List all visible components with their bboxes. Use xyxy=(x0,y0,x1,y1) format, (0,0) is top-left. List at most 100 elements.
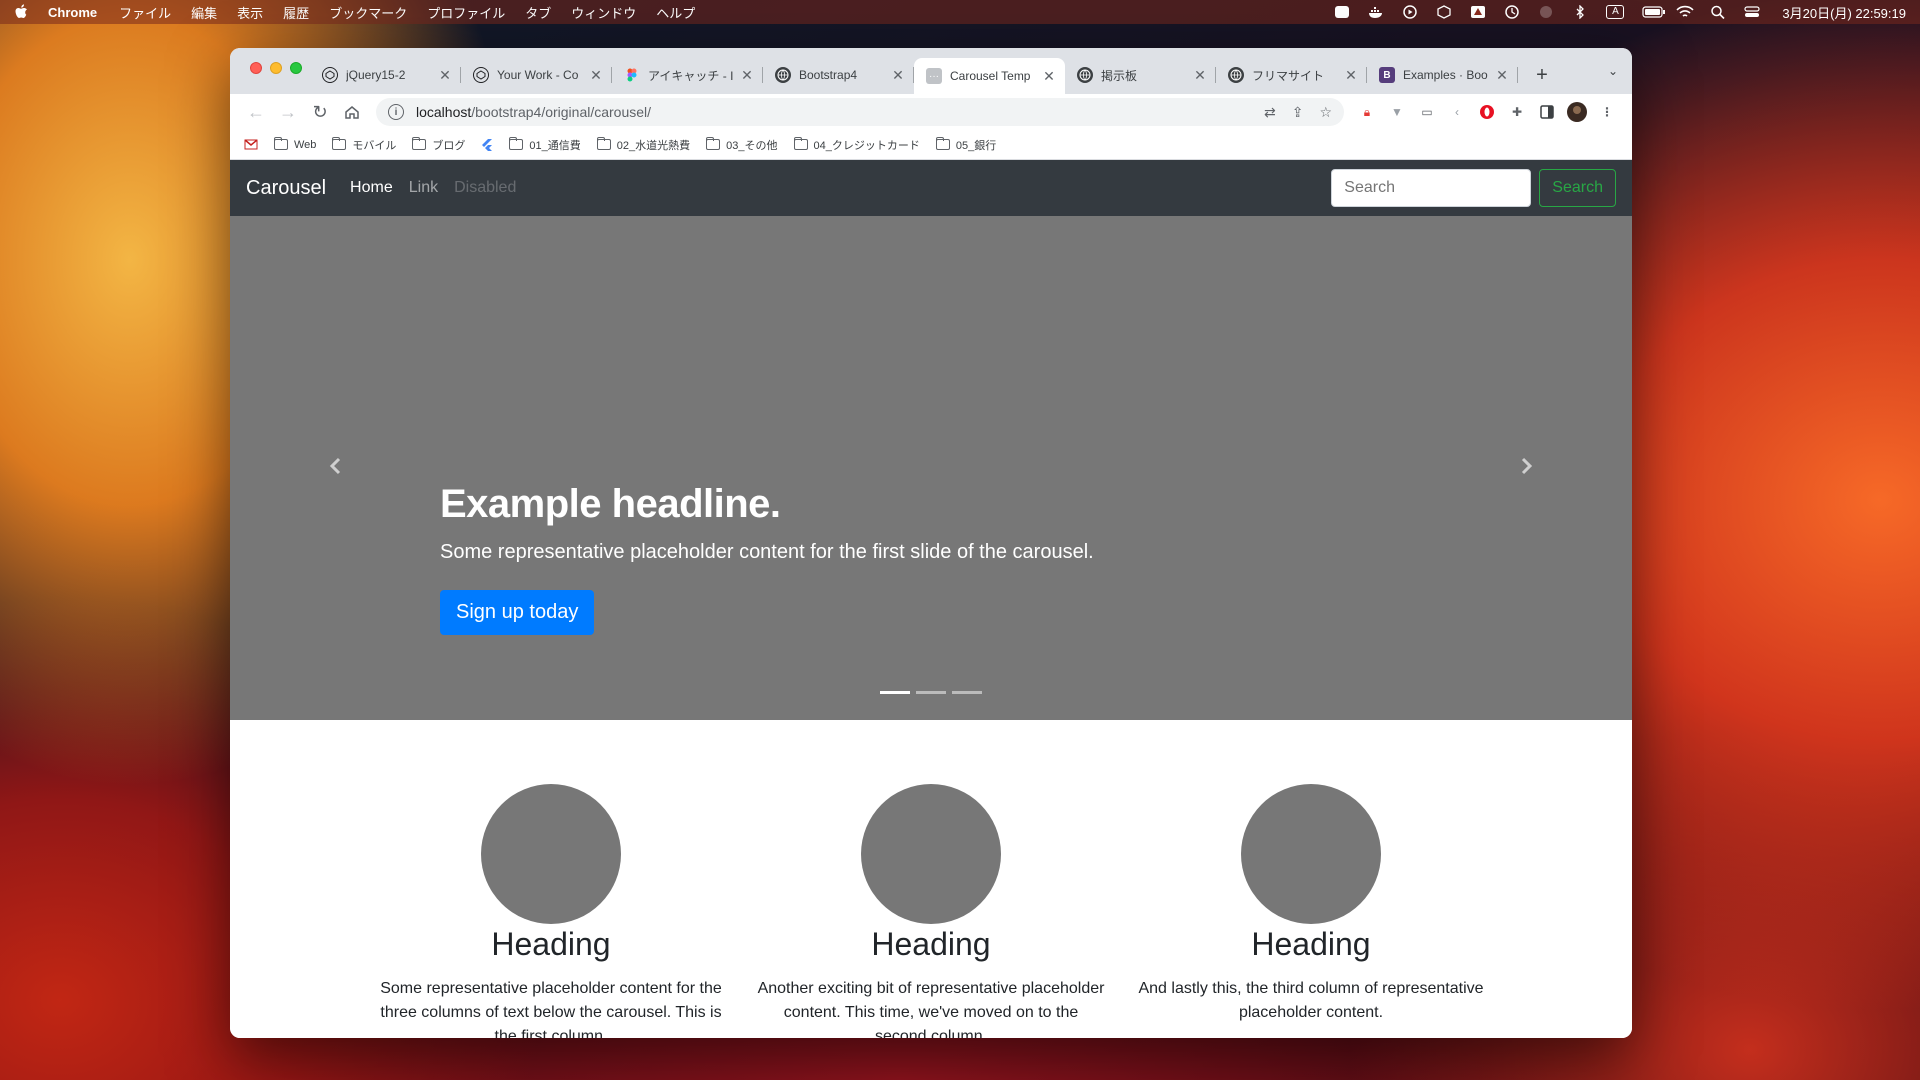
menu-help[interactable]: ヘルプ xyxy=(656,3,695,22)
carousel-next-chevron-icon[interactable] xyxy=(1512,451,1542,481)
close-tab-icon[interactable]: ✕ xyxy=(1494,67,1510,84)
folder-icon xyxy=(706,137,721,150)
tab-figma[interactable]: アイキャッチ - I ✕ xyxy=(612,58,763,92)
menu-bookmarks[interactable]: ブックマーク xyxy=(329,3,407,22)
apple-menu-icon[interactable] xyxy=(14,4,28,20)
reload-button[interactable]: ↻ xyxy=(304,98,336,126)
folder-icon xyxy=(274,137,288,150)
extension-opera-icon[interactable] xyxy=(1476,101,1498,123)
nav-link-disabled: Disabled xyxy=(454,179,517,196)
bookmark-star-icon[interactable]: ☆ xyxy=(1319,104,1332,121)
site-info-icon[interactable]: i xyxy=(388,104,404,120)
status-app-icon[interactable] xyxy=(1334,5,1350,19)
search-button[interactable]: Search xyxy=(1539,169,1616,207)
close-tab-icon[interactable]: ✕ xyxy=(437,67,453,84)
close-tab-icon[interactable]: ✕ xyxy=(588,67,604,84)
close-tab-icon[interactable]: ✕ xyxy=(1192,67,1208,84)
extension-arrow-icon[interactable]: ‹ xyxy=(1446,101,1468,123)
home-button[interactable] xyxy=(336,98,368,126)
carousel-indicator-1[interactable] xyxy=(880,691,910,694)
nav-link-home[interactable]: Home xyxy=(350,179,393,197)
column-text: Another exciting bit of representative p… xyxy=(757,980,1105,1038)
tab-bulletin-board[interactable]: 掲示板 ✕ xyxy=(1065,58,1216,92)
tab-bootstrap4[interactable]: Bootstrap4 ✕ xyxy=(763,58,914,92)
profile-avatar[interactable] xyxy=(1566,101,1588,123)
tab-jquery[interactable]: jQuery15-2 ✕ xyxy=(310,58,461,92)
wifi-icon[interactable] xyxy=(1676,5,1695,19)
codepen-favicon-icon xyxy=(322,67,338,83)
new-tab-button[interactable]: + xyxy=(1524,58,1560,92)
drive-icon[interactable] xyxy=(1470,5,1486,19)
menu-view[interactable]: 表示 xyxy=(237,3,263,22)
close-window-button[interactable] xyxy=(250,62,262,74)
battery-icon[interactable] xyxy=(1642,5,1666,19)
back-button[interactable]: ← xyxy=(240,98,272,126)
time-machine-icon[interactable] xyxy=(1504,5,1520,19)
marketing-column: Heading Some representative placeholder … xyxy=(376,784,726,1038)
menu-profiles[interactable]: プロファイル xyxy=(427,3,505,22)
bookmark-folder-web[interactable]: Web xyxy=(274,137,316,151)
nav-link-link[interactable]: Link xyxy=(409,179,438,197)
carousel-indicator-2[interactable] xyxy=(916,691,946,694)
menu-history[interactable]: 履歴 xyxy=(283,3,309,22)
close-tab-icon[interactable]: ✕ xyxy=(890,67,906,84)
bookmark-flutter[interactable] xyxy=(481,138,493,152)
extension-lock-icon[interactable]: 🔒︎ xyxy=(1356,101,1378,123)
bluetooth-icon[interactable] xyxy=(1572,4,1588,20)
spotlight-search-icon[interactable] xyxy=(1710,5,1726,20)
menu-edit[interactable]: 編集 xyxy=(191,3,217,22)
menu-app-name[interactable]: Chrome xyxy=(48,5,97,20)
share-icon[interactable]: ⇪ xyxy=(1292,104,1304,121)
bookmark-folder-blog[interactable]: ブログ xyxy=(412,137,465,153)
address-bar[interactable]: i localhost/bootstrap4/original/carousel… xyxy=(376,98,1344,126)
menu-file[interactable]: ファイル xyxy=(119,3,171,22)
chrome-menu-icon[interactable]: ⋮ xyxy=(1596,101,1618,123)
forward-button[interactable]: → xyxy=(272,98,304,126)
extension-vue-icon[interactable]: ▼ xyxy=(1386,101,1408,123)
bookmark-folder-other[interactable]: 03_その他 xyxy=(706,137,778,153)
close-tab-icon[interactable]: ✕ xyxy=(1041,68,1057,85)
tab-your-work[interactable]: Your Work - Co ✕ xyxy=(461,58,612,92)
menu-tab[interactable]: タブ xyxy=(525,3,551,22)
sign-up-button[interactable]: Sign up today xyxy=(440,590,595,635)
search-input[interactable] xyxy=(1331,169,1532,207)
bookmark-label: 01_通信費 xyxy=(529,139,581,152)
bookmark-label: 05_銀行 xyxy=(955,139,997,152)
cube-icon[interactable] xyxy=(1436,5,1452,19)
tab-search-chevron-icon[interactable]: ⌄ xyxy=(1608,64,1618,78)
column-text: And lastly this, the third column of rep… xyxy=(1138,980,1484,1021)
tab-title: Examples · Boo xyxy=(1403,68,1488,82)
url-path: /bootstrap4/original/carousel/ xyxy=(471,104,652,120)
extensions-puzzle-icon[interactable]: ✚ xyxy=(1506,101,1528,123)
carousel-text: Some representative placeholder content … xyxy=(440,541,1094,563)
carousel-prev-chevron-icon[interactable] xyxy=(320,451,350,481)
input-source-icon[interactable]: A xyxy=(1606,5,1625,19)
hero-carousel: Example headline. Some representative pl… xyxy=(230,216,1632,720)
play-icon[interactable] xyxy=(1402,5,1418,19)
menu-window[interactable]: ウィンドウ xyxy=(571,3,636,22)
bookmark-folder-bank[interactable]: 05_銀行 xyxy=(935,137,997,153)
tab-carousel-template[interactable]: ··· Carousel Temp ✕ xyxy=(914,58,1065,94)
carousel-indicator-3[interactable] xyxy=(952,691,982,694)
control-center-icon[interactable] xyxy=(1744,5,1761,19)
extension-chat-icon[interactable]: ▭ xyxy=(1416,101,1438,123)
side-panel-icon[interactable] xyxy=(1536,101,1558,123)
column-heading: Heading xyxy=(491,926,611,962)
bookmark-folder-telecom[interactable]: 01_通信費 xyxy=(509,137,581,153)
tab-bootstrap-examples[interactable]: B Examples · Boo ✕ xyxy=(1367,58,1518,92)
docker-icon[interactable] xyxy=(1368,5,1384,19)
bookmark-folder-utilities[interactable]: 02_水道光熱費 xyxy=(596,137,690,153)
menu-clock[interactable]: 3月20日(月) 22:59:19 xyxy=(1782,3,1906,22)
bookmark-folder-mobile[interactable]: モバイル xyxy=(332,137,396,153)
bookmark-gmail[interactable] xyxy=(244,139,258,150)
close-tab-icon[interactable]: ✕ xyxy=(739,67,755,84)
zoom-window-button[interactable] xyxy=(290,62,302,74)
record-icon[interactable] xyxy=(1538,5,1554,19)
bookmark-label: モバイル xyxy=(352,139,397,152)
bookmark-folder-credit-card[interactable]: 04_クレジットカード xyxy=(793,137,920,153)
close-tab-icon[interactable]: ✕ xyxy=(1343,67,1359,84)
translate-icon[interactable]: ⇄ xyxy=(1264,104,1276,121)
navbar-brand[interactable]: Carousel xyxy=(246,177,326,200)
minimize-window-button[interactable] xyxy=(270,62,282,74)
tab-flea-market[interactable]: フリマサイト ✕ xyxy=(1216,58,1367,92)
